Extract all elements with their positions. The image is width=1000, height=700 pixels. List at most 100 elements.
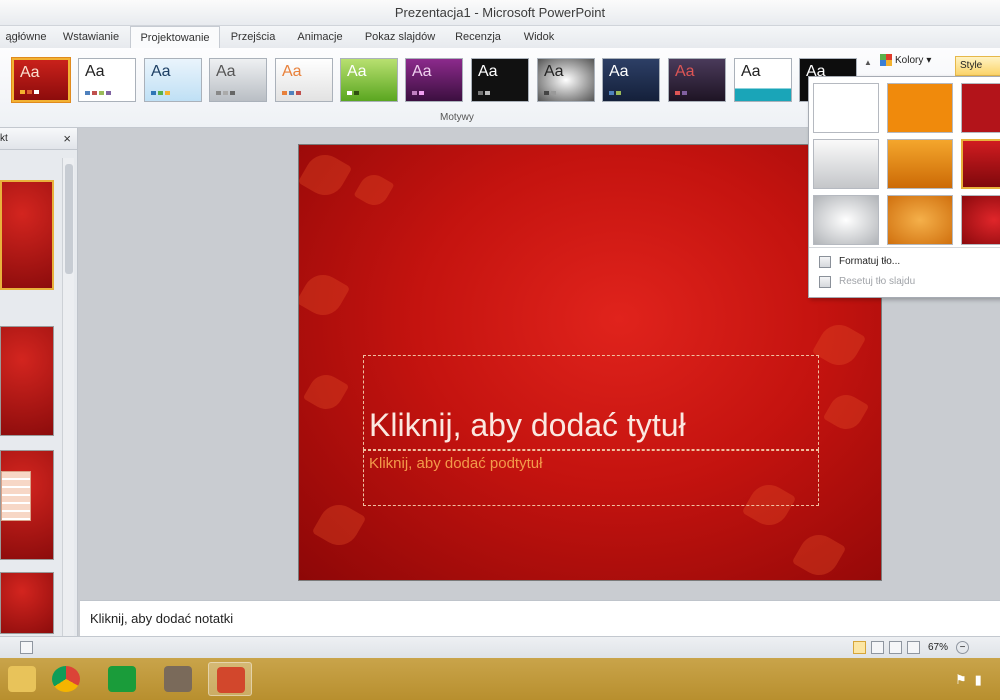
taskbar-store[interactable] [100,662,144,696]
theme-sample-text: Aa [544,63,564,80]
background-style-swatch[interactable] [813,195,879,245]
theme-thumbnail[interactable]: Aa [405,58,463,102]
theme-sample-text: Aa [20,64,40,81]
leaf-decoration [353,169,395,211]
store-icon [108,666,136,692]
palette-icon [880,54,892,66]
tab-view[interactable]: Widok [515,26,563,48]
background-style-swatch[interactable] [813,139,879,189]
background-styles-button[interactable]: Style [955,56,1000,76]
theme-thumbnail[interactable]: Aa [668,58,726,102]
zoom-level[interactable]: 67% [928,642,948,653]
theme-thumbnail[interactable]: Aa [12,58,70,102]
theme-sample-text: Aa [282,63,302,80]
theme-thumbnail[interactable]: Aa [602,58,660,102]
leaf-decoration [311,497,367,553]
theme-sample-text: Aa [216,63,236,80]
spell-check-icon[interactable] [20,641,33,654]
slides-scrollbar[interactable] [62,158,74,636]
background-style-swatch[interactable] [887,83,953,133]
panel-tab-label[interactable]: kt [0,133,8,144]
theme-sample-text: Aa [412,63,432,80]
scrollbar-thumb[interactable] [65,164,73,274]
theme-thumbnail[interactable]: Aa [275,58,333,102]
slide-title-text[interactable]: Kliknij, aby dodać tytuł [369,407,686,444]
notes-placeholder[interactable]: Kliknij, aby dodać notatki [90,611,233,626]
system-tray: ⚑ ▮ [955,672,982,688]
taskbar-powerpoint[interactable] [208,662,252,696]
format-background-icon [819,256,831,268]
format-background-menu-item[interactable]: Formatuj tło... [813,253,1000,271]
reset-background-menu-item: Resetuj tło slajdu [813,273,1000,291]
ribbon-tab-strip: ągłówne Wstawianie Projektowanie Przejśc… [0,26,1000,49]
zoom-out-icon[interactable]: − [956,641,969,654]
menu-separator [809,247,1000,248]
theme-sample-text: Aa [347,63,367,80]
flag-icon[interactable]: ⚑ [955,672,967,688]
theme-thumbnail[interactable]: Aa [471,58,529,102]
title-bar: Prezentacja1 - Microsoft PowerPoint [0,0,1000,26]
slide-canvas[interactable]: Kliknij, aby dodać tytuł Kliknij, aby do… [298,144,882,581]
powerpoint-icon [217,667,245,693]
chrome-icon [52,666,80,692]
leaf-decoration [822,388,870,436]
status-bar: 67% − [0,636,1000,658]
slide-sorter-icon[interactable] [871,641,884,654]
theme-sample-text: Aa [741,63,761,80]
background-style-swatch[interactable] [887,195,953,245]
slide-thumbnail[interactable] [0,180,54,290]
table-preview-icon [1,471,31,521]
notes-pane[interactable]: Kliknij, aby dodać notatki [80,600,1000,636]
tab-design[interactable]: Projektowanie [130,26,220,49]
slide-thumbnail[interactable] [0,326,54,436]
theme-sample-text: Aa [675,63,695,80]
reading-view-icon[interactable] [889,641,902,654]
background-style-swatch[interactable] [961,139,1000,189]
theme-sample-text: Aa [609,63,629,80]
background-styles-menu: Formatuj tło... Resetuj tło slajdu [808,76,1000,298]
leaf-decoration [302,368,350,416]
folder-icon [8,666,36,692]
windows-taskbar: ⚑ ▮ [0,658,1000,700]
background-style-swatch[interactable] [961,195,1000,245]
close-icon[interactable]: × [63,131,71,146]
leaf-decoration [791,527,847,580]
slides-panel: kt × [0,128,78,636]
menu-item-label: Resetuj tło slajdu [839,276,916,287]
background-style-swatch[interactable] [887,139,953,189]
taskbar-app[interactable] [156,662,200,696]
network-icon[interactable]: ▮ [975,672,982,688]
background-style-swatch[interactable] [813,83,879,133]
taskbar-file-explorer[interactable] [0,662,44,696]
slide-subtitle-text[interactable]: Kliknij, aby dodać podtytuł [369,455,542,472]
theme-thumbnail[interactable]: Aa [537,58,595,102]
tab-slideshow[interactable]: Pokaz slajdów [360,26,440,48]
normal-view-icon[interactable] [853,641,866,654]
colors-button[interactable]: Kolory ▾ [880,54,931,66]
tab-home[interactable]: ągłówne [0,26,52,48]
slideshow-view-icon[interactable] [907,641,920,654]
tab-review[interactable]: Recenzja [450,26,506,48]
theme-thumbnail[interactable]: Aa [78,58,136,102]
background-style-swatch[interactable] [961,83,1000,133]
theme-thumbnail[interactable]: Aa [209,58,267,102]
tab-insert[interactable]: Wstawianie [56,26,126,48]
window-title: Prezentacja1 - Microsoft PowerPoint [394,5,606,20]
group-label: Motywy [440,112,474,123]
theme-sample-text: Aa [478,63,498,80]
leaf-decoration [811,317,867,373]
leaf-decoration [299,147,353,203]
theme-sample-text: Aa [85,63,105,80]
theme-thumbnail[interactable]: Aa [340,58,398,102]
tab-animations[interactable]: Animacje [290,26,350,48]
slide-thumbnail[interactable] [0,450,54,560]
theme-sample-text: Aa [151,63,171,80]
tab-transitions[interactable]: Przejścia [226,26,280,48]
slide-thumbnail[interactable] [0,572,54,634]
reset-background-icon [819,276,831,288]
styles-label: Style [960,60,983,71]
theme-thumbnail[interactable]: Aa [734,58,792,102]
leaf-decoration [299,267,351,323]
theme-thumbnail[interactable]: Aa [144,58,202,102]
taskbar-chrome[interactable] [44,662,88,696]
